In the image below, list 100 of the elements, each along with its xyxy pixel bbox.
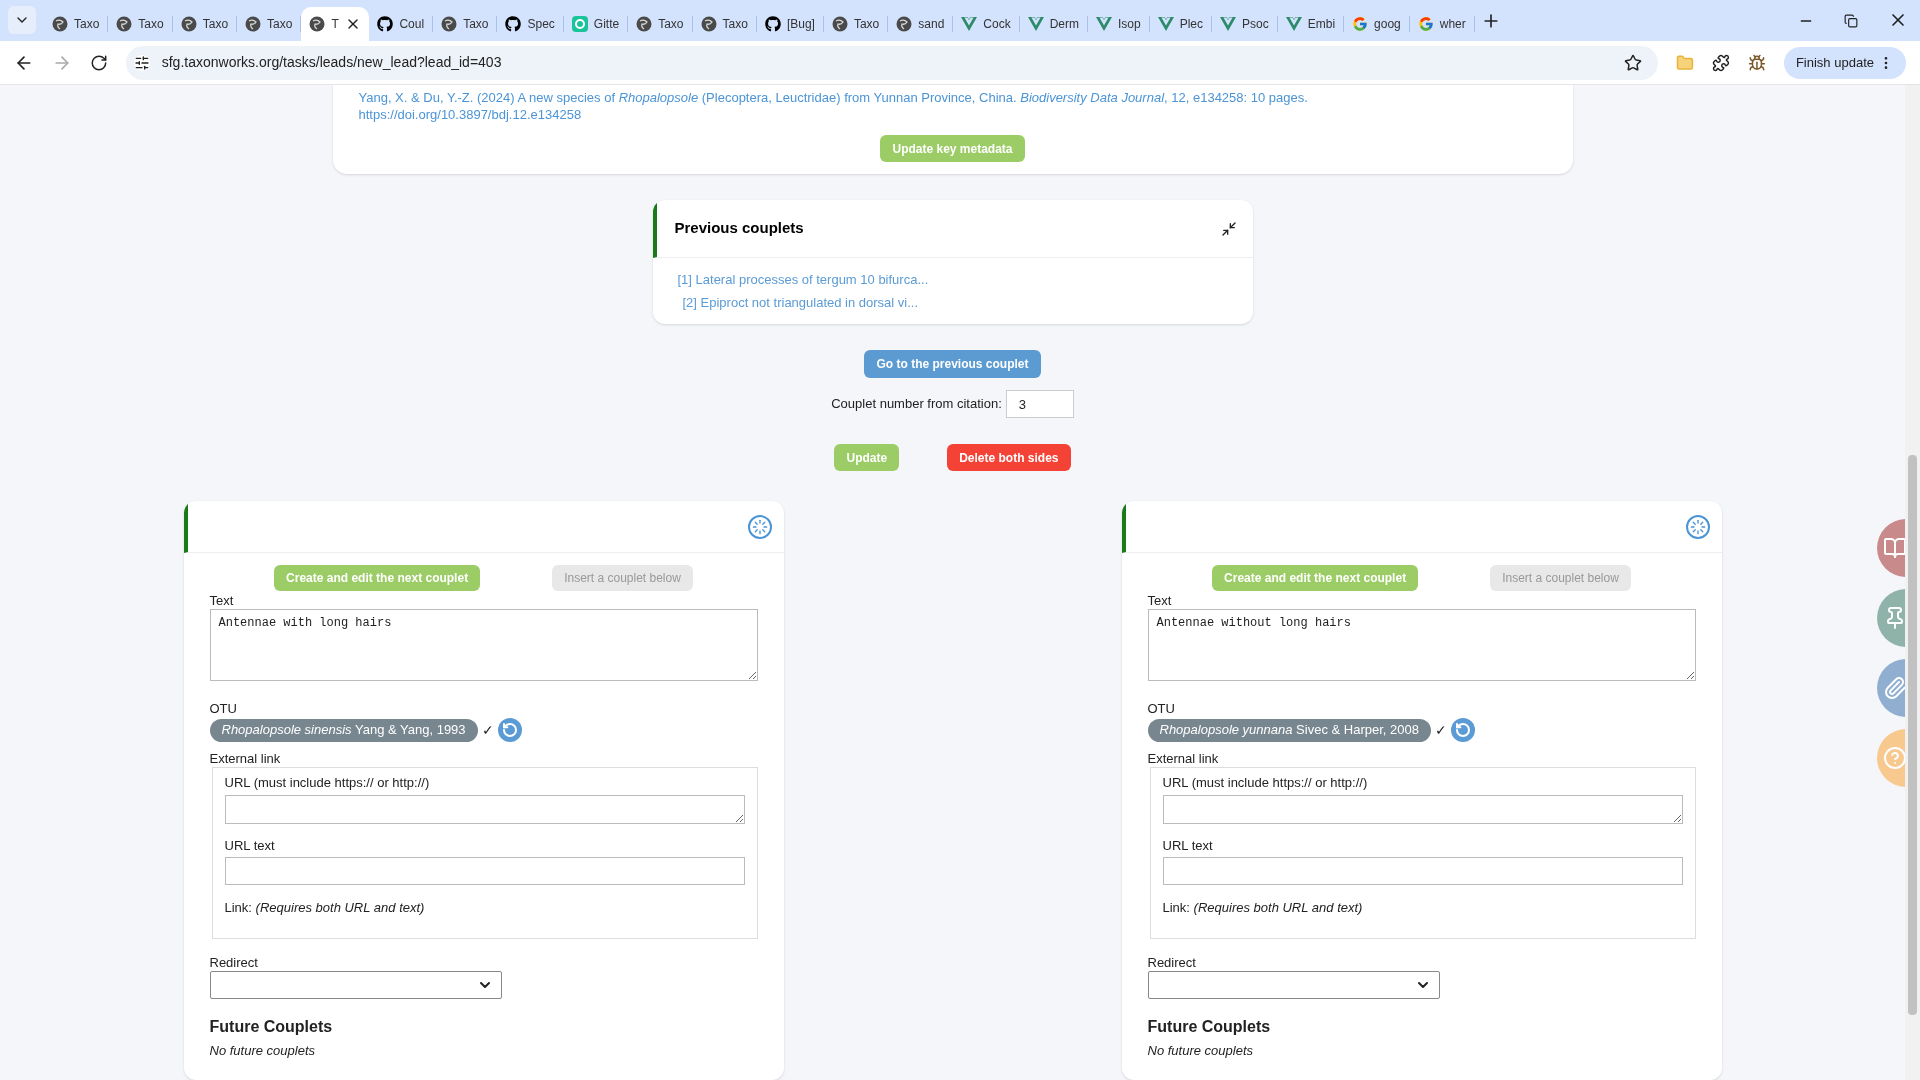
v-logo-icon — [1220, 16, 1237, 32]
otu-tag: Rhopalopsole yunnana Sivec & Harper, 2008 — [1147, 718, 1431, 742]
undo-icon — [501, 722, 518, 738]
globe-icon — [245, 16, 262, 32]
github-icon — [764, 16, 781, 32]
link-preview: Link: (Requires both URL and text) — [1162, 899, 1364, 917]
check-mark: ✓ — [481, 720, 494, 740]
restore-icon[interactable] — [1844, 14, 1858, 28]
browser-tab[interactable]: Plec — [1149, 16, 1213, 32]
link-preview: Link: (Requires both URL and text) — [224, 899, 426, 917]
browser-tab[interactable]: [Bug] — [756, 16, 824, 32]
otu-label: OTU — [209, 701, 238, 717]
browser-tab[interactable]: Taxo — [172, 16, 238, 32]
reload-icon[interactable] — [89, 53, 108, 72]
browser-tab[interactable]: Taxo — [237, 16, 302, 32]
globe-icon — [831, 16, 848, 32]
check-mark: ✓ — [1434, 720, 1447, 740]
browser-tab[interactable]: Derm — [1019, 16, 1088, 32]
redirect-label: Redirect — [1147, 954, 1197, 971]
v-logo-icon — [1157, 16, 1174, 32]
browser-tab[interactable]: Embi — [1277, 16, 1345, 32]
browser-tab[interactable]: Isop — [1088, 16, 1150, 32]
redirect-select[interactable] — [209, 970, 502, 999]
book-icon — [1883, 536, 1905, 560]
url-field[interactable] — [224, 794, 745, 824]
text-label: Text — [209, 593, 235, 609]
text-label: Text — [1147, 593, 1173, 609]
tab-search-button[interactable] — [8, 6, 36, 34]
help-icon — [1883, 746, 1905, 770]
redirect-select[interactable] — [1147, 970, 1440, 999]
couplet-number-label: Couplet number from citation: — [831, 395, 1002, 414]
v-logo-icon — [1027, 16, 1044, 32]
browser-tab[interactable]: goog — [1344, 16, 1410, 32]
previous-couplets-title: Previous couplets — [674, 218, 804, 239]
scrollbar[interactable] — [1905, 85, 1920, 1080]
folder-icon[interactable] — [1676, 53, 1695, 72]
globe-icon — [309, 16, 326, 32]
browser-tab[interactable]: Taxo — [44, 16, 109, 32]
url-text-field[interactable] — [224, 857, 745, 885]
browser-tab[interactable]: sand — [888, 16, 954, 32]
browser-tab[interactable]: Spec — [497, 16, 564, 32]
finish-update-button[interactable]: Finish update — [1783, 46, 1906, 79]
browser-tab[interactable]: T — [301, 7, 370, 41]
redirect-label: Redirect — [209, 954, 259, 971]
text-field[interactable]: Antennae with long hairs — [209, 609, 758, 681]
delete-both-sides-button[interactable]: Delete both sides — [947, 444, 1071, 471]
future-couplets-note: No future couplets — [209, 1041, 316, 1060]
browser-tab[interactable]: Taxo — [628, 16, 693, 32]
url-field[interactable] — [1162, 794, 1683, 824]
reset-button[interactable] — [497, 718, 522, 742]
globe-icon — [180, 16, 197, 32]
spinner-icon[interactable] — [1685, 514, 1710, 539]
google-icon — [1417, 16, 1434, 32]
globe-icon — [52, 16, 68, 32]
browser-tab[interactable]: Psoc — [1212, 16, 1278, 32]
globe-icon — [441, 16, 458, 32]
paperclip-icon — [1883, 676, 1905, 700]
couplet-number-field[interactable]: 3 — [1005, 390, 1074, 418]
external-link-label: External link — [209, 751, 282, 767]
browser-tab[interactable]: Gitte — [563, 16, 629, 32]
future-couplets-note: No future couplets — [1147, 1041, 1254, 1060]
external-link-label: External link — [1147, 751, 1220, 767]
url-text-label: URL text — [1162, 836, 1214, 855]
chat-icon — [571, 16, 588, 32]
citation-text: Yang, X. & Du, Y.-Z. (2024) A new species of Rhopalopsole (Plecoptera, Leuctridae) from Yunnan Province, China. Biodiversity Data Journal, 12, e134258: 10 pages. https://doi.org/10.3897/bdj.12.e134258 — [358, 89, 1308, 123]
otu-label: OTU — [1147, 701, 1176, 717]
bug-icon[interactable] — [1748, 53, 1766, 72]
globe-icon — [636, 16, 653, 32]
star-icon[interactable] — [1624, 53, 1643, 72]
url-text: sfg.taxonworks.org/tasks/leads/new_lead?lead_id=403 — [161, 53, 503, 72]
browser-tab[interactable]: Taxo — [823, 16, 889, 32]
reset-button[interactable] — [1450, 718, 1475, 742]
github-icon — [377, 16, 394, 32]
url-text-field[interactable] — [1162, 857, 1683, 885]
spinner-icon[interactable] — [747, 514, 772, 539]
undo-icon — [1454, 722, 1471, 738]
google-icon — [1352, 16, 1369, 32]
text-field[interactable]: Antennae without long hairs — [1147, 609, 1696, 681]
browser-tab[interactable]: Taxo — [108, 16, 173, 32]
v-logo-icon — [1096, 16, 1112, 32]
future-couplets-heading: Future Couplets — [1147, 1016, 1272, 1037]
browser-tab[interactable]: Taxo — [433, 16, 498, 32]
otu-tag: Rhopalopsole sinensis Yang & Yang, 1993 — [209, 718, 478, 742]
github-icon — [505, 16, 522, 32]
url-label: URL (must include https:// or http://) — [224, 774, 431, 792]
globe-icon — [700, 16, 717, 32]
url-text-label: URL text — [224, 836, 276, 855]
scrollbar-thumb[interactable] — [1908, 455, 1917, 1015]
site-settings-icon[interactable] — [133, 54, 150, 71]
browser-tab[interactable]: wher — [1409, 16, 1475, 32]
extensions-icon[interactable] — [1712, 53, 1730, 72]
collapse-icon[interactable] — [1220, 220, 1237, 237]
browser-tab[interactable]: Taxo — [692, 16, 757, 32]
globe-icon — [896, 16, 913, 32]
v-logo-icon — [1285, 16, 1302, 32]
browser-tab[interactable]: Cock — [953, 16, 1020, 32]
browser-tab[interactable]: Coul — [369, 16, 434, 32]
v-logo-icon — [961, 16, 978, 32]
url-label: URL (must include https:// or http://) — [1162, 774, 1369, 792]
address-bar[interactable]: sfg.taxonworks.org/tasks/leads/new_lead?lead_id=403 — [125, 45, 1659, 80]
